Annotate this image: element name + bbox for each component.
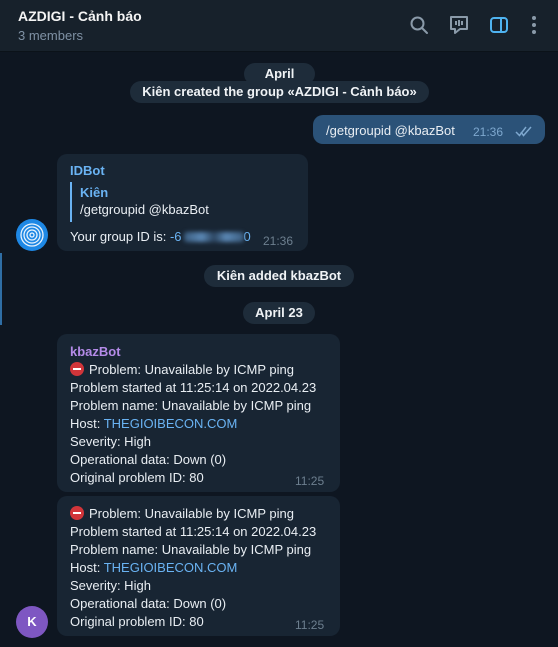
chat-title[interactable]: AZDIGI - Cảnh báo (18, 8, 142, 24)
problem-line: Problem: Unavailable by ICMP ping (70, 362, 294, 377)
group-id-value-end[interactable]: 0 (244, 229, 251, 244)
alert-message[interactable]: kbazBot Problem: Unavailable by ICMP pin… (57, 334, 340, 492)
selection-indicator (0, 253, 2, 325)
group-id-value-start[interactable]: -6 (170, 229, 182, 244)
redacted-id (183, 232, 244, 242)
problem-started: Problem started at 11:25:14 on 2022.04.2… (70, 524, 317, 539)
outgoing-message[interactable]: /getgroupid @kbazBot 21:36 (313, 115, 545, 144)
reply-author: Kiên (80, 185, 109, 200)
service-message-created: Kiên created the group «AZDIGI - Cảnh bá… (130, 81, 429, 103)
kbazbot-avatar[interactable]: K (16, 606, 48, 638)
host-line: Host: THEGIOIBECON.COM (70, 560, 237, 575)
fingerprint-icon (20, 223, 44, 247)
message-time: 21:36 (263, 234, 294, 248)
message-time: 11:25 (295, 474, 325, 488)
message-time: 11:25 (295, 618, 325, 632)
alert-message[interactable]: Problem: Unavailable by ICMP ping Proble… (57, 496, 340, 636)
problem-name: Problem name: Unavailable by ICMP ping (70, 542, 312, 557)
operational-data: Operational data: Down (0) (70, 596, 227, 611)
more-vertical-icon[interactable] (523, 14, 545, 36)
service-message-added: Kiên added kbazBot (204, 265, 354, 287)
reply-quote[interactable]: Kiên /getgroupid @kbazBot (70, 182, 240, 222)
problem-text: Problem: Unavailable by ICMP ping (89, 506, 294, 521)
members-count[interactable]: 3 members (18, 28, 83, 43)
problem-line: Problem: Unavailable by ICMP ping (70, 506, 294, 521)
sender-name[interactable]: IDBot (70, 163, 105, 178)
chat-header: AZDIGI - Cảnh báo 3 members (0, 0, 558, 52)
host-label: Host: (70, 560, 104, 575)
host-link[interactable]: THEGIOIBECON.COM (104, 416, 238, 431)
no-entry-icon (70, 362, 84, 376)
original-problem-id: Original problem ID: 80 (70, 470, 204, 485)
date-separator: April 23 (243, 302, 315, 324)
search-icon[interactable] (408, 14, 430, 36)
reply-text: /getgroupid @kbazBot (80, 202, 209, 217)
group-id-line: Your group ID is: -6 0 (70, 229, 251, 244)
problem-started: Problem started at 11:25:14 on 2022.04.2… (70, 380, 317, 395)
operational-data: Operational data: Down (0) (70, 452, 227, 467)
double-check-icon (515, 124, 533, 138)
idbot-avatar[interactable] (16, 219, 48, 251)
sidebar-toggle-icon[interactable] (488, 14, 510, 36)
problem-text: Problem: Unavailable by ICMP ping (89, 362, 294, 377)
original-problem-id: Original problem ID: 80 (70, 614, 204, 629)
problem-name: Problem name: Unavailable by ICMP ping (70, 398, 312, 413)
sender-name[interactable]: kbazBot (70, 344, 121, 359)
no-entry-icon (70, 506, 84, 520)
message-text: /getgroupid @kbazBot (326, 123, 455, 138)
host-link[interactable]: THEGIOIBECON.COM (104, 560, 238, 575)
message-time: 21:36 (473, 125, 504, 139)
live-chat-icon[interactable] (448, 14, 470, 36)
host-line: Host: THEGIOIBECON.COM (70, 416, 237, 431)
message-list[interactable]: April 21 Kiên created the group «AZDIGI … (0, 53, 558, 647)
idbot-message[interactable]: IDBot Kiên /getgroupid @kbazBot Your gro… (57, 154, 308, 251)
severity: Severity: High (70, 434, 151, 449)
group-id-label: Your group ID is: (70, 229, 170, 244)
host-label: Host: (70, 416, 104, 431)
severity: Severity: High (70, 578, 151, 593)
